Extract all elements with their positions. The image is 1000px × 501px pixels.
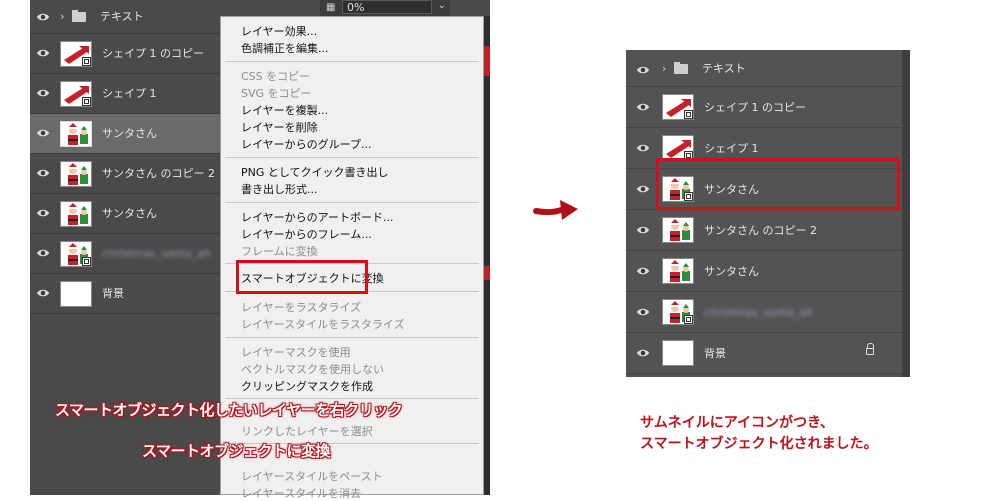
highlight-box-menu-item <box>236 260 368 294</box>
menu-item-edit-adjustment[interactable]: 色調補正を編集... <box>241 40 329 56</box>
annotation-result-line2: スマートオブジェクト化されました。 <box>640 436 878 452</box>
context-menu: レイヤー効果... 色調補正を編集... CSS をコピー SVG をコピー レ… <box>220 16 484 500</box>
layer-name: 背景 <box>102 287 124 300</box>
layer-name: シェイプ 1 のコピー <box>102 47 204 60</box>
layer-name: テキスト <box>702 62 746 75</box>
layer-thumbnail <box>662 340 694 366</box>
scrollbar[interactable] <box>902 50 910 377</box>
layer-name: christmas_santa_all <box>102 247 211 260</box>
folder-icon <box>674 62 688 74</box>
menu-item-create-clipping-mask[interactable]: クリッピングマスクを作成 <box>241 378 373 394</box>
layer-background[interactable]: 背景 <box>626 333 902 374</box>
eye-icon[interactable] <box>36 286 50 300</box>
layer-thumbnail <box>60 161 92 187</box>
menu-item-copy-svg: SVG をコピー <box>241 87 312 100</box>
lock-icon[interactable] <box>866 343 874 355</box>
right-layers-panel: › テキスト シェイプ 1 のコピー シェイプ 1 サンタさん サンタさん のコ… <box>626 50 910 377</box>
menu-separator <box>225 337 479 338</box>
scrollbar-marker <box>484 266 490 280</box>
eye-icon[interactable] <box>36 166 50 180</box>
menu-item-export-as[interactable]: 書き出し形式... <box>241 181 318 197</box>
arrow-right-icon <box>533 200 578 220</box>
layer-group-text[interactable]: › テキスト <box>626 50 902 87</box>
layer-name: サンタさん <box>704 265 759 278</box>
layer-shape-copy[interactable]: シェイプ 1 のコピー <box>626 87 902 128</box>
eye-icon[interactable] <box>636 305 650 319</box>
layer-name: サンタさん <box>102 207 157 220</box>
eye-icon[interactable] <box>36 206 50 220</box>
smart-object-badge-icon <box>82 97 91 106</box>
menu-item-quick-export-png[interactable]: PNG としてクイック書き出し <box>241 164 389 180</box>
eye-icon[interactable] <box>36 246 50 260</box>
chevron-right-icon[interactable]: › <box>662 62 666 75</box>
menu-separator <box>225 157 479 158</box>
eye-icon[interactable] <box>636 141 650 155</box>
layer-thumbnail <box>60 41 92 67</box>
eye-icon[interactable] <box>36 86 50 100</box>
annotation-result: サムネイルにアイコンがつき、 スマートオブジェクト化されました。 <box>640 413 878 455</box>
menu-item-duplicate-layer[interactable]: レイヤーを複製... <box>241 102 328 118</box>
layer-name: サンタさん <box>102 127 157 140</box>
eye-icon[interactable] <box>636 223 650 237</box>
annotation-result-line1: サムネイルにアイコンがつき、 <box>640 415 835 431</box>
menu-item-copy-css: CSS をコピー <box>241 70 311 83</box>
eye-icon[interactable] <box>636 264 650 278</box>
scrollbar[interactable] <box>484 16 490 495</box>
highlight-box-layer <box>656 158 900 210</box>
eye-icon[interactable] <box>36 46 50 60</box>
menu-item-disable-vector-mask: ベクトルマスクを使用しない <box>241 363 384 376</box>
layer-name: christmas_santa_all <box>704 306 813 319</box>
eye-icon[interactable] <box>36 126 50 140</box>
chevron-right-icon[interactable]: › <box>60 10 64 23</box>
layer-name: サンタさん のコピー 2 <box>704 224 817 237</box>
layer-name: 背景 <box>704 347 726 360</box>
menu-item-convert-to-frame: フレームに変換 <box>241 245 318 258</box>
menu-item-clear-layer-style: レイヤースタイルを消去 <box>241 487 362 500</box>
menu-item-frame-from-layers[interactable]: レイヤーからのフレーム... <box>241 226 372 242</box>
smart-object-badge-icon <box>82 57 91 66</box>
menu-item-group-from-layers[interactable]: レイヤーからのグループ... <box>241 136 372 152</box>
smart-object-badge-icon <box>684 315 693 324</box>
layer-thumbnail <box>60 121 92 147</box>
layer-thumbnail <box>60 201 92 227</box>
eye-icon[interactable] <box>636 100 650 114</box>
layer-santa[interactable]: サンタさん <box>626 251 902 292</box>
menu-item-artboard-from-layers[interactable]: レイヤーからのアートボード... <box>241 209 394 225</box>
layer-thumbnail <box>60 241 92 267</box>
eye-icon[interactable] <box>636 346 650 360</box>
menu-item-layer-effects[interactable]: レイヤー効果... <box>241 23 317 39</box>
eye-icon[interactable] <box>636 182 650 196</box>
layer-name: テキスト <box>100 10 144 23</box>
menu-separator <box>225 61 479 62</box>
menu-item-delete-layer[interactable]: レイヤーを削除 <box>241 119 318 135</box>
menu-item-rasterize-layer-style: レイヤースタイルをラスタライズ <box>241 318 405 331</box>
smart-object-badge-icon <box>82 257 91 266</box>
eye-icon[interactable] <box>36 10 50 24</box>
layer-thumbnail <box>662 94 694 120</box>
layer-thumbnail <box>60 281 92 307</box>
menu-item-enable-layer-mask: レイヤーマスクを使用 <box>241 346 351 359</box>
layer-name: シェイプ 1 のコピー <box>704 101 806 114</box>
scrollbar-marker <box>484 46 490 76</box>
layer-thumbnail <box>662 217 694 243</box>
menu-separator <box>225 202 479 203</box>
smart-object-badge-icon <box>684 110 693 119</box>
layer-thumbnail <box>60 81 92 107</box>
folder-icon <box>72 10 86 22</box>
layer-thumbnail <box>662 299 694 325</box>
menu-item-paste-layer-style: レイヤースタイルをペースト <box>241 470 383 483</box>
eye-icon[interactable] <box>636 63 650 77</box>
menu-item-select-linked-layers: リンクしたレイヤーを選択 <box>241 425 373 438</box>
menu-item-rasterize-layer: レイヤーをラスタライズ <box>241 301 362 314</box>
annotation-right-click: スマートオブジェクト化したいレイヤーを右クリック <box>55 401 403 419</box>
layer-santa-copy-2[interactable]: サンタさん のコピー 2 <box>626 210 902 251</box>
layer-christmas-santa-all[interactable]: christmas_santa_all <box>626 292 902 333</box>
layer-name: サンタさん のコピー 2 <box>102 167 215 180</box>
layer-thumbnail <box>662 258 694 284</box>
annotation-convert: スマートオブジェクトに変換 <box>142 442 331 460</box>
layer-name: シェイプ 1 <box>102 87 157 100</box>
